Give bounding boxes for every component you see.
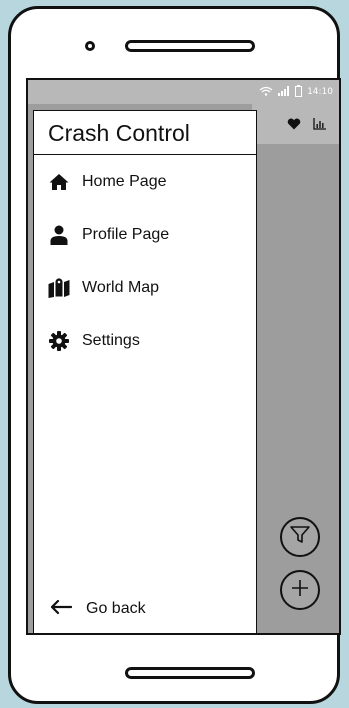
drawer-menu: Home Page Profile Page World Map Setting… [34,169,256,381]
navigation-drawer: Crash Control Home Page Profile Page Wor… [33,110,257,633]
heart-icon[interactable] [287,115,301,134]
gear-icon [48,330,70,352]
menu-item-settings[interactable]: Settings [34,328,256,354]
menu-item-label: Settings [82,332,140,349]
battery-icon [295,84,303,100]
menu-item-label: Profile Page [82,226,170,243]
menu-item-label: Home Page [82,173,167,190]
add-icon [290,578,310,602]
filter-icon [289,525,311,549]
home-icon [48,171,70,193]
menu-item-world-map[interactable]: World Map [34,275,256,301]
phone-home-button[interactable] [125,667,255,679]
add-button[interactable] [280,570,320,610]
filter-button[interactable] [280,517,320,557]
app-bar-actions [252,104,339,144]
phone-screen: 14:10 Crash Control Home Page Profile Pa… [26,78,341,635]
signal-icon [278,85,290,99]
bar-chart-icon[interactable] [313,115,327,134]
person-icon [48,224,70,246]
wifi-icon [259,86,273,99]
menu-item-home[interactable]: Home Page [34,169,256,195]
phone-camera [85,41,95,51]
drawer-title: Crash Control [34,111,256,155]
map-icon [48,277,70,299]
status-bar: 14:10 [28,80,339,104]
menu-item-profile[interactable]: Profile Page [34,222,256,248]
go-back-button[interactable]: Go back [50,597,146,621]
go-back-label: Go back [86,600,146,617]
menu-item-label: World Map [82,279,160,296]
status-time: 14:10 [307,87,333,97]
arrow-left-icon [50,599,73,619]
phone-speaker [125,40,255,52]
